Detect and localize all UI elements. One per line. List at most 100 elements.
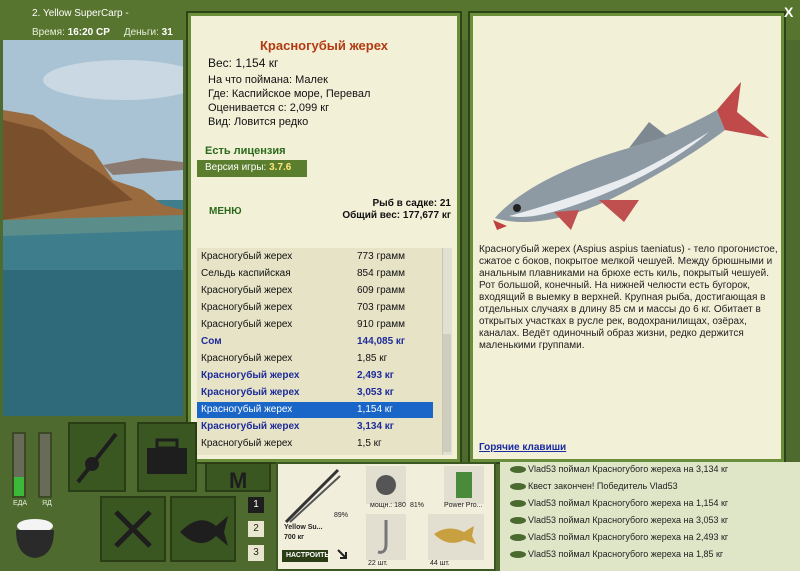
catch-fish-name: Красногубый жерех [201,387,300,398]
catch-list-row[interactable]: Красногубый жерех 3,053 кг [197,385,433,401]
catch-list-row[interactable]: Красногубый жерех 1,154 кг [197,402,433,418]
tackle-box-tile[interactable] [137,422,197,492]
map-tile[interactable]: M [205,462,271,493]
catch-list-row[interactable]: Красногубый жерех 2,493 кг [197,368,433,384]
tackle-box-icon [147,438,187,474]
hook-slot[interactable] [366,514,406,560]
fork-knife-icon [114,510,152,548]
catch-fish-name: Красногубый жерех [201,285,293,296]
fish-image [493,82,769,230]
catch-fish-name: Красногубый жерех [201,421,300,432]
arrow-icon[interactable] [336,548,348,560]
catch-fish-name: Красногубый жерех [201,319,293,330]
fish-description-panel: Красногубый жерех (Aspius aspius taeniat… [470,13,784,462]
catch-fish-name: Красногубый жерех [201,404,293,415]
chat-line: Vlad53 поймал Красногубого жереха на 3,0… [528,515,729,525]
version-value: 3.7.6 [269,162,292,173]
rod-icon [284,468,341,524]
chat-fish-icon [510,466,526,473]
tab-1[interactable]: 1 [248,497,264,513]
rod-percent: 89% [334,512,349,519]
reel-slot[interactable] [366,466,406,504]
poison-label: ЯД [42,500,52,507]
menu-button[interactable]: МЕНЮ [209,206,242,217]
line-spool-icon [456,472,472,498]
catch-stats: Рыб в садке: 21 Общий вес: 177,677 кг [342,198,451,222]
rod-name: Yellow Su... [284,524,323,531]
scrollbar-thumb[interactable] [443,334,451,452]
line-slot[interactable] [444,466,484,504]
bait-pot-icon[interactable] [10,512,60,562]
catch-fish-name: Красногубый жерех [201,370,300,381]
power-percent: 81% [410,502,425,509]
catch-fish-name: Красногубый жерех [201,438,293,449]
food-label: ЕДА [13,500,28,507]
catch-fish-name: Красногубый жерех [201,251,293,262]
catch-list-row[interactable]: Красногубый жерех 773 грамм [197,249,433,265]
setup-button[interactable]: НАСТРОИТЬ [282,550,329,562]
hook-count: 22 шт. [368,560,388,567]
valued-from-line: Оценивается с: 2,099 кг [208,102,330,114]
catch-list-row[interactable]: Сом 144,085 кг [197,334,433,350]
catch-list-row[interactable]: Красногубый жерех 1,85 кг [197,351,433,367]
food-gauge-fill [14,477,24,496]
catch-fish-weight: 1,85 кг [357,353,388,364]
poison-gauge [38,432,52,498]
catch-list-row[interactable]: Красногубый жерех 609 грамм [197,283,433,299]
total-weight: Общий вес: 177,677 кг [342,210,451,221]
species-line: Вид: Ловится редко [208,116,309,128]
hook-icon [377,520,388,554]
catch-fish-weight: 854 грамм [357,268,405,279]
time-money-readout: Время: 16:20 СР Деньги: 31 [32,27,173,38]
time-value: 16:20 СР [67,27,110,38]
rod-reel-icon [76,432,118,484]
fish-tile[interactable] [170,496,236,562]
catch-fish-weight: 3,134 кг [357,421,394,432]
catch-fish-weight: 609 грамм [357,285,405,296]
power-label: мощн.: 180 [370,502,406,509]
map-icon: M [229,468,248,493]
window-title: 2. Yellow SuperCarp - [32,8,129,19]
food-gauge [12,432,26,498]
catch-list-row[interactable]: Сельдь каспийская 854 грамм [197,266,433,282]
chat-line: Vlad53 поймал Красногубого жереха на 1,1… [528,498,729,508]
chat-log[interactable]: Vlad53 поймал Красногубого жереха на 3,1… [500,462,800,571]
chat-fish-icon [510,483,526,490]
catch-fish-weight: 910 грамм [357,319,405,330]
close-button[interactable]: X [784,4,798,20]
catch-fish-weight: 773 грамм [357,251,405,262]
rod-length: 700 кг [284,534,305,541]
catch-fish-name: Сом [201,336,222,347]
chat-fish-icon [510,534,526,541]
version-label: Версия игры: [205,162,267,173]
catch-list-row[interactable]: Красногубый жерех 910 грамм [197,317,433,333]
tab-3[interactable]: 3 [248,545,264,561]
hotkeys-link[interactable]: Горячие клавиши [479,442,566,453]
game-version: Версия игры: 3.7.6 [197,160,307,177]
catch-fish-name: Сельдь каспийская [201,268,291,279]
chat-fish-icon [510,551,526,558]
chat-line: Vlad53 поймал Красногубого жереха на 3,1… [528,464,729,474]
catch-list-row[interactable]: Красногубый жерех 703 грамм [197,300,433,316]
catch-list[interactable]: Красногубый жерех 773 грамм Сельдь каспийс… [197,248,447,455]
rod-tile[interactable] [68,422,126,492]
line-name: Power Pro... [444,502,483,509]
catch-list-row[interactable]: Красногубый жерех 1,5 кг [197,436,433,452]
time-label: Время: [32,27,65,38]
landscape-image [3,40,183,416]
bait-slot[interactable] [428,514,484,560]
bait-count: 44 шт. [430,560,450,567]
location-line: Где: Каспийское море, Перевал [208,88,371,100]
catch-fish-weight: 144,085 кг [357,336,406,347]
catch-list-row[interactable]: Красногубый жерех 3,134 кг [197,419,433,435]
chat-line: Vlad53 поймал Красногубого жереха на 2,4… [528,532,729,542]
tab-2[interactable]: 2 [248,521,264,537]
bait-fish-icon [434,526,476,544]
chat-fish-icon [510,517,526,524]
tackle-tray: Yellow Su... 700 кг 89% НАСТРОИТЬ мощн.:… [276,462,496,571]
fish-weight: Вес: 1,154 кг [208,56,279,70]
catch-fish-name: Красногубый жерех [201,302,293,313]
food-tile[interactable] [100,496,166,562]
catch-fish-weight: 1,154 кг [357,404,393,415]
chat-fish-icon [510,500,526,507]
